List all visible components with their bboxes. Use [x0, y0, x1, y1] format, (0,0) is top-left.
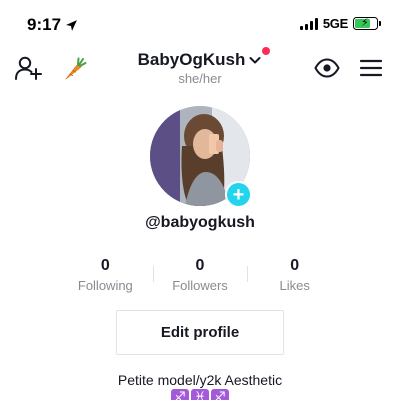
bio-zodiac: ♐ ♓ ♐ — [0, 389, 400, 400]
status-bar: 9:17 5GE ⚡ — [0, 0, 400, 44]
pisces-emoji: ♓ — [191, 389, 209, 400]
stat-label: Following — [77, 278, 133, 293]
stat-value: 0 — [195, 257, 205, 274]
status-time: 9:17 — [27, 15, 62, 34]
network-type: 5GE — [322, 16, 348, 31]
status-indicators: 5GE ⚡ — [299, 16, 381, 31]
stat-value: 0 — [290, 257, 300, 274]
notification-dot — [262, 47, 271, 55]
menu-icon — [359, 59, 383, 77]
sagittarius-emoji: ♐ — [211, 389, 229, 400]
stat-likes[interactable]: 0 Likes — [247, 257, 342, 297]
location-arrow-icon — [66, 19, 77, 31]
stat-following[interactable]: 0 Following — [58, 257, 153, 297]
add-avatar-button[interactable]: + — [225, 181, 252, 208]
username: BabyOgKush — [137, 50, 246, 69]
account-switcher[interactable]: BabyOgKush — [137, 47, 271, 70]
profile-views-button[interactable] — [312, 56, 342, 80]
eye-icon — [314, 58, 340, 78]
edit-profile-button[interactable]: Edit profile — [116, 310, 284, 355]
chevron-down-icon — [249, 57, 261, 64]
stat-label: Followers — [172, 278, 228, 293]
bio-text: Petite model/y2k Aesthetic — [117, 372, 283, 388]
menu-button[interactable] — [357, 54, 385, 82]
profile-handle: @babyogkush — [145, 214, 255, 231]
stat-label: Likes — [279, 278, 310, 293]
stat-value: 0 — [100, 257, 110, 274]
battery-icon: ⚡ — [353, 17, 381, 30]
sagittarius-emoji: ♐ — [171, 389, 189, 400]
status-time-wrap: 9:17 — [27, 15, 78, 35]
profile-stats: 0 Following 0 Followers 0 Likes — [58, 257, 342, 297]
plus-icon: + — [232, 183, 245, 206]
stat-followers[interactable]: 0 Followers — [152, 257, 248, 297]
profile-header: BabyOgKush she/her — [0, 44, 400, 90]
charging-bolt-icon: ⚡ — [361, 17, 369, 29]
cellular-signal-icon — [299, 17, 318, 30]
